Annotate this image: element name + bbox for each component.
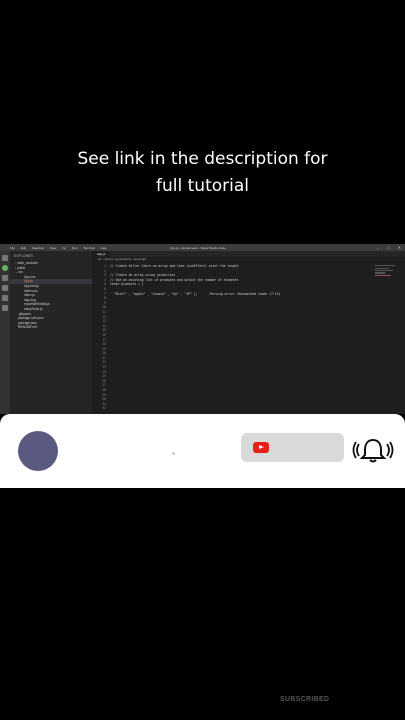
avatar[interactable]	[18, 431, 58, 471]
menu-run[interactable]: Run	[72, 246, 78, 250]
menu-file[interactable]: File	[10, 246, 15, 250]
maximize-icon[interactable]: □	[387, 245, 389, 250]
run-debug-icon[interactable]	[2, 285, 8, 291]
vscode-window: File Edit Selection View Go Run Terminal…	[0, 244, 405, 414]
menu-view[interactable]: View	[50, 246, 56, 250]
window-controls: – □ ✕	[377, 245, 401, 250]
explorer-header: EXPLORER	[14, 254, 33, 258]
explorer-sidebar: EXPLORER › node_modules › public ⌄ src A…	[10, 251, 92, 414]
subscribe-button[interactable]	[241, 433, 344, 462]
caption: See link in the description for full tut…	[0, 146, 405, 200]
extensions-icon[interactable]	[2, 295, 8, 301]
activity-bar	[0, 251, 10, 414]
window-title: App.js - tutorial-react - Visual Studio …	[170, 246, 226, 250]
title-bar: File Edit Selection View Go Run Terminal…	[0, 244, 405, 251]
menu-edit[interactable]: Edit	[21, 246, 26, 250]
menu-selection[interactable]: Selection	[32, 246, 44, 250]
minimap[interactable]	[375, 264, 397, 304]
subscribed-watermark: SUBSCRIBED	[280, 696, 330, 703]
menu-go[interactable]: Go	[62, 246, 66, 250]
error-hint: Parsing error: Unexpected token (7:13)	[209, 291, 281, 296]
caption-line-2: full tutorial	[156, 176, 249, 196]
minimize-icon[interactable]: –	[377, 245, 379, 250]
youtube-icon	[253, 442, 269, 453]
search-icon[interactable]	[2, 265, 8, 271]
menu-bar: File Edit Selection View Go Run Terminal…	[10, 246, 112, 250]
breadcrumb[interactable]: src › App.js › [e] products › [e] lenght	[92, 257, 405, 262]
remote-icon[interactable]	[2, 305, 8, 311]
editor: App.js src › App.js › [e] products › [e]…	[92, 251, 405, 414]
code-area[interactable]: 1// Create Seller Store an array and the…	[92, 264, 405, 411]
close-icon[interactable]: ✕	[398, 245, 401, 250]
subscribe-popup	[0, 414, 405, 488]
menu-terminal[interactable]: Terminal	[83, 246, 94, 250]
caption-line-1: See link in the description for	[77, 149, 328, 169]
source-control-icon[interactable]	[2, 275, 8, 281]
explorer-icon[interactable]	[2, 255, 8, 261]
menu-help[interactable]: Help	[101, 246, 107, 250]
cursor-dot	[172, 452, 175, 455]
code-line: 32	[102, 406, 106, 411]
tree-item[interactable]: README.md	[10, 325, 92, 330]
bell-ringing-icon[interactable]	[352, 436, 394, 464]
